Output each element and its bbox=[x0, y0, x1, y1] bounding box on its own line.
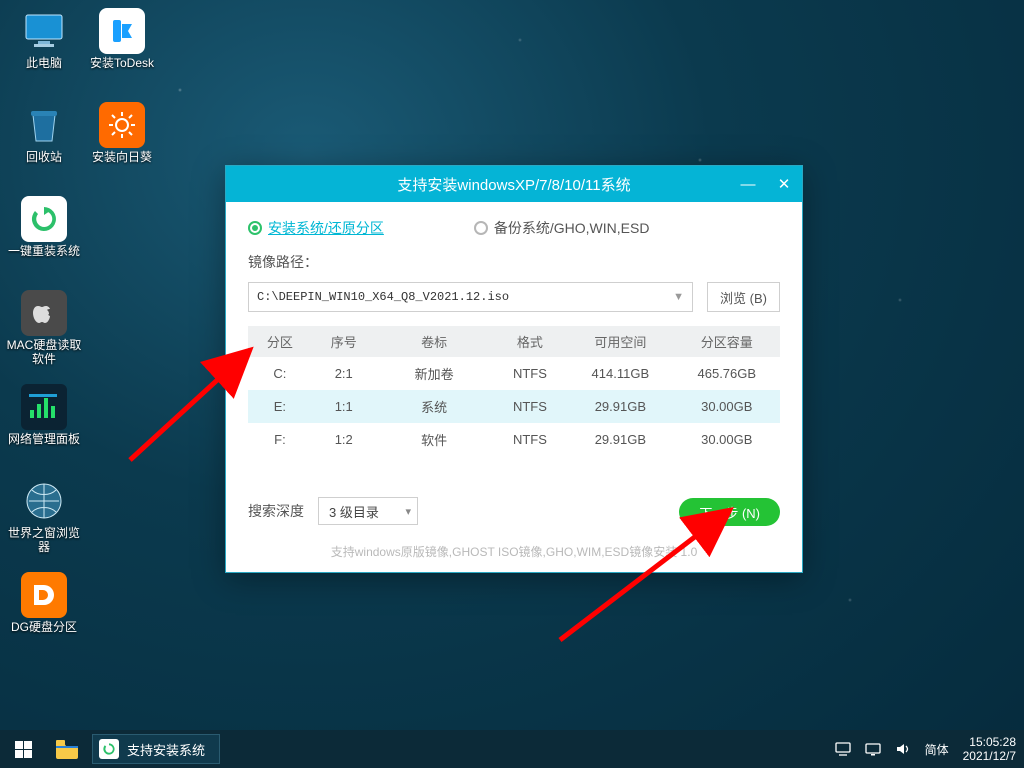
start-button[interactable] bbox=[0, 730, 46, 768]
clock-date: 2021/12/7 bbox=[963, 749, 1016, 763]
desktop-icon-reinstall[interactable]: 一键重装系统 bbox=[6, 196, 82, 272]
desktop-icon-this-pc[interactable]: 此电脑 bbox=[6, 8, 82, 84]
cell: 465.76GB bbox=[674, 357, 780, 390]
radio-backup[interactable]: 备份系统/GHO,WIN,ESD bbox=[474, 218, 650, 238]
cell: C: bbox=[248, 357, 312, 390]
image-path-combobox[interactable]: ▼ bbox=[248, 282, 693, 312]
taskbar-app-label: 支持安装系统 bbox=[127, 740, 205, 759]
cell: 414.11GB bbox=[567, 357, 673, 390]
tray-ime-label[interactable]: 简体 bbox=[925, 741, 949, 758]
cell: E: bbox=[248, 390, 312, 423]
cell: 29.91GB bbox=[567, 390, 673, 423]
desktop-icon-label: 网络管理面板 bbox=[8, 432, 80, 460]
cell: NTFS bbox=[493, 423, 567, 456]
cell: F: bbox=[248, 423, 312, 456]
search-depth-select[interactable]: 3 级目录 bbox=[318, 497, 418, 525]
desktop-icon-label: 一键重装系统 bbox=[8, 244, 80, 272]
col-partition: 分区 bbox=[248, 326, 312, 357]
minimize-button[interactable]: — bbox=[730, 166, 766, 202]
titlebar[interactable]: 支持安装windowsXP/7/8/10/11系统 — ✕ bbox=[226, 166, 802, 202]
desktop-icon-label: 安装向日葵 bbox=[92, 150, 152, 178]
table-header-row: 分区 序号 卷标 格式 可用空间 分区容量 bbox=[248, 326, 780, 357]
desktop-icon-label: MAC硬盘读取软件 bbox=[6, 338, 82, 366]
partition-table: 分区 序号 卷标 格式 可用空间 分区容量 C:2:1新加卷NTFS414.11… bbox=[248, 326, 780, 456]
cell: 1:1 bbox=[312, 390, 376, 423]
table-row[interactable]: F:1:2软件NTFS29.91GB30.00GB bbox=[248, 423, 780, 456]
close-button[interactable]: ✕ bbox=[766, 166, 802, 202]
taskbar-app-icon bbox=[99, 739, 119, 759]
desktop-icon-label: 回收站 bbox=[26, 150, 62, 178]
cell: 29.91GB bbox=[567, 423, 673, 456]
desktop-icon-network-panel[interactable]: 网络管理面板 bbox=[6, 384, 82, 460]
radio-label: 备份系统/GHO,WIN,ESD bbox=[494, 218, 650, 238]
col-free: 可用空间 bbox=[567, 326, 673, 357]
tray-volume-icon[interactable] bbox=[895, 742, 911, 756]
desktop-icon-mac-disk[interactable]: MAC硬盘读取软件 bbox=[6, 290, 82, 366]
col-volume: 卷标 bbox=[376, 326, 493, 357]
next-button[interactable]: 下一步 (N) bbox=[679, 498, 780, 526]
windows-logo-icon bbox=[15, 741, 32, 758]
desktop-icon-label: 此电脑 bbox=[26, 56, 62, 84]
desktop-icon-label: 安装ToDesk bbox=[90, 56, 154, 84]
col-format: 格式 bbox=[493, 326, 567, 357]
desktop-icon-todesk[interactable]: 安装ToDesk bbox=[84, 8, 160, 84]
cell: 新加卷 bbox=[376, 357, 493, 390]
installer-window: 支持安装windowsXP/7/8/10/11系统 — ✕ 安装系统/还原分区 … bbox=[225, 165, 803, 573]
cell: 30.00GB bbox=[674, 390, 780, 423]
radio-install-restore[interactable]: 安装系统/还原分区 bbox=[248, 218, 384, 238]
tray-action-center-icon[interactable] bbox=[835, 742, 851, 756]
chevron-down-icon[interactable]: ▼ bbox=[673, 291, 684, 303]
cell: 系统 bbox=[376, 390, 493, 423]
tray-clock[interactable]: 15:05:28 2021/12/7 bbox=[963, 735, 1016, 763]
desktop-icon-theworld-browser[interactable]: 世界之窗浏览器 bbox=[6, 478, 82, 554]
cell: 2:1 bbox=[312, 357, 376, 390]
col-index: 序号 bbox=[312, 326, 376, 357]
desktop-icon-label: DG硬盘分区 bbox=[11, 620, 77, 648]
system-tray: 简体 15:05:28 2021/12/7 bbox=[835, 735, 1024, 763]
radio-dot-icon bbox=[248, 221, 262, 235]
col-capacity: 分区容量 bbox=[674, 326, 780, 357]
support-note: 支持windows原版镜像,GHOST ISO镜像,GHO,WIM,ESD镜像安… bbox=[248, 543, 780, 560]
desktop-icon-recycle-bin[interactable]: 回收站 bbox=[6, 102, 82, 178]
search-depth-label: 搜索深度 bbox=[248, 501, 304, 521]
radio-dot-icon bbox=[474, 221, 488, 235]
desktop-icon-sunlogin[interactable]: 安装向日葵 bbox=[84, 102, 160, 178]
table-row[interactable]: E:1:1系统NTFS29.91GB30.00GB bbox=[248, 390, 780, 423]
browse-button[interactable]: 浏览 (B) bbox=[707, 282, 780, 312]
taskbar-app-installer[interactable]: 支持安装系统 bbox=[92, 734, 220, 764]
cell: 30.00GB bbox=[674, 423, 780, 456]
window-title: 支持安装windowsXP/7/8/10/11系统 bbox=[397, 174, 630, 195]
image-path-label: 镜像路径： bbox=[248, 252, 780, 272]
desktop-icon-label: 世界之窗浏览器 bbox=[6, 526, 82, 554]
taskbar: 支持安装系统 简体 15:05:28 2021/12/7 bbox=[0, 730, 1024, 768]
clock-time: 15:05:28 bbox=[963, 735, 1016, 749]
image-path-input[interactable] bbox=[257, 290, 673, 304]
taskbar-file-explorer[interactable] bbox=[46, 730, 88, 768]
table-row[interactable]: C:2:1新加卷NTFS414.11GB465.76GB bbox=[248, 357, 780, 390]
cell: 软件 bbox=[376, 423, 493, 456]
cell: NTFS bbox=[493, 357, 567, 390]
cell: 1:2 bbox=[312, 423, 376, 456]
cell: NTFS bbox=[493, 390, 567, 423]
desktop-icon-diskgenius[interactable]: DG硬盘分区 bbox=[6, 572, 82, 648]
tray-network-icon[interactable] bbox=[865, 742, 881, 756]
radio-label: 安装系统/还原分区 bbox=[268, 218, 384, 238]
